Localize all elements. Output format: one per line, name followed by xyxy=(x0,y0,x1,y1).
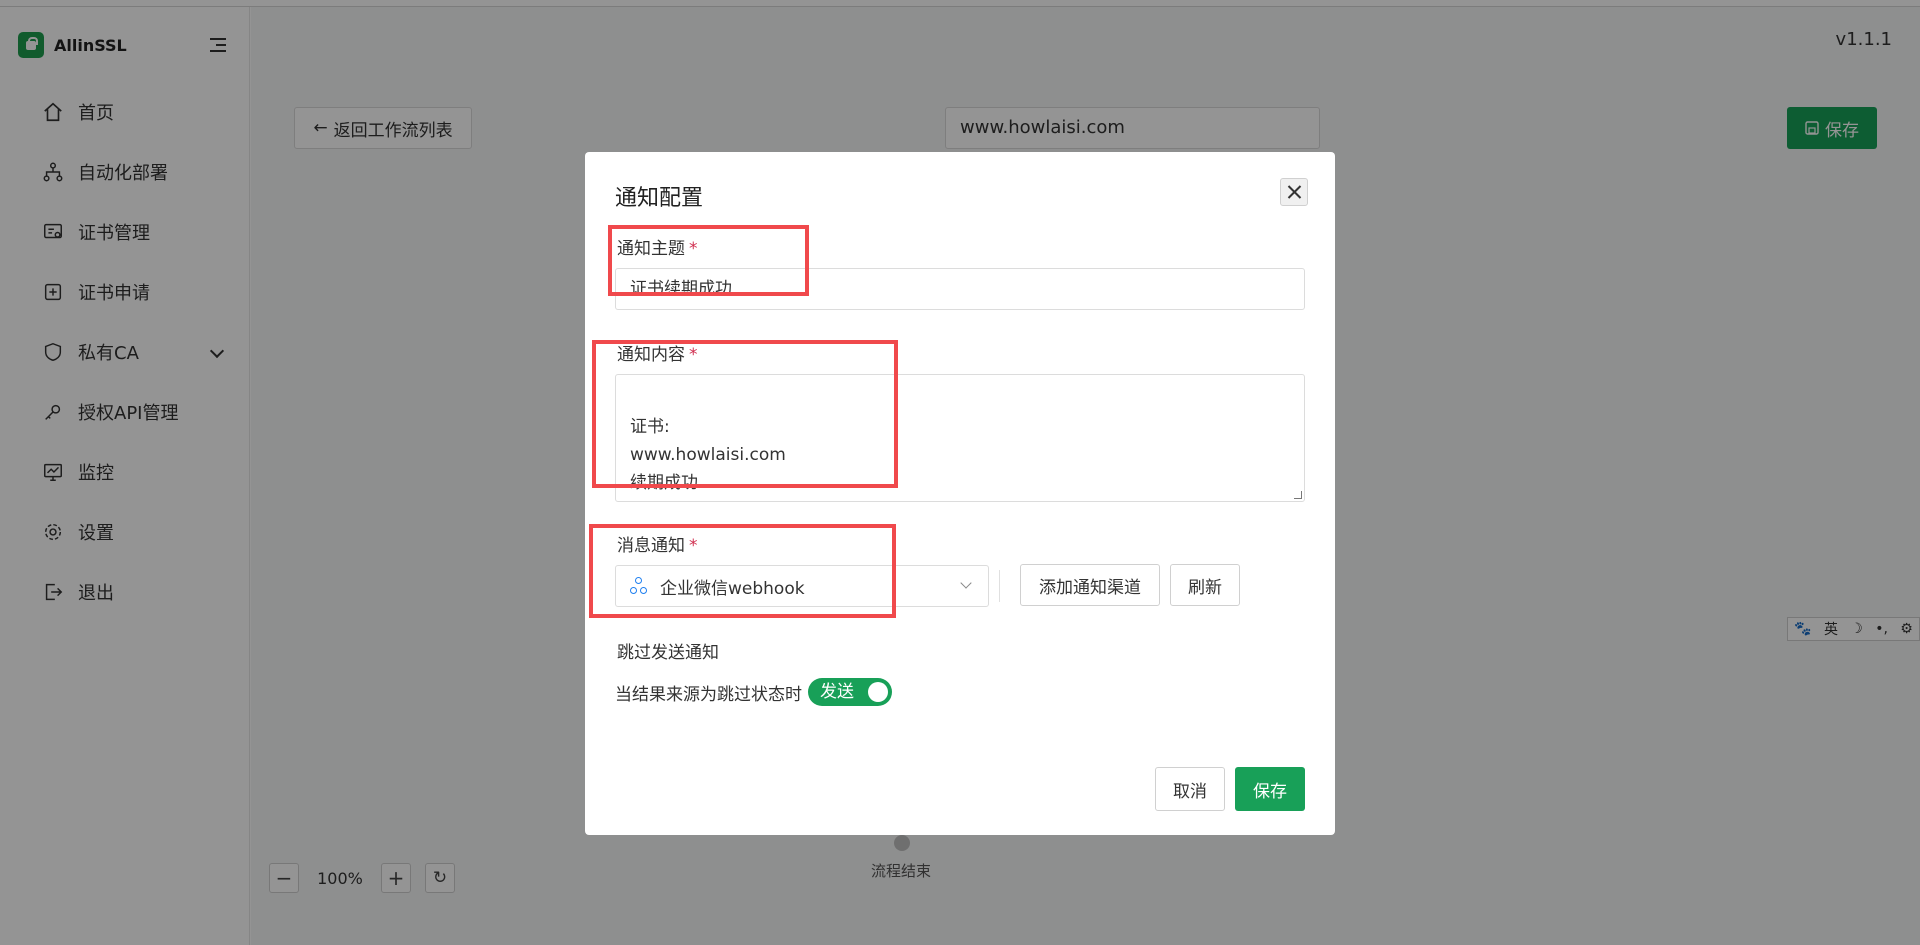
skip-description: 当结果来源为跳过状态时 xyxy=(615,684,802,705)
skip-notification-label: 跳过发送通知 xyxy=(617,643,719,663)
chevron-down-icon xyxy=(960,577,972,589)
annotation-box-content xyxy=(592,340,898,488)
save-button[interactable]: 保存 xyxy=(1235,767,1305,811)
switch-knob xyxy=(868,682,888,702)
send-on-skip-switch[interactable]: 发送 xyxy=(808,678,892,706)
resize-handle[interactable] xyxy=(1294,491,1302,499)
refresh-channels-button[interactable]: 刷新 xyxy=(1170,564,1240,606)
close-icon[interactable] xyxy=(1280,178,1308,206)
cancel-button[interactable]: 取消 xyxy=(1155,767,1225,811)
dialog-title: 通知配置 xyxy=(615,186,704,211)
skip-notification-row: 当结果来源为跳过状态时 发送 xyxy=(615,677,892,707)
annotation-box-channel xyxy=(589,524,896,618)
add-channel-button[interactable]: 添加通知渠道 xyxy=(1020,564,1160,606)
switch-text: 发送 xyxy=(820,682,854,702)
divider xyxy=(999,570,1000,602)
annotation-box-subject xyxy=(608,225,809,296)
